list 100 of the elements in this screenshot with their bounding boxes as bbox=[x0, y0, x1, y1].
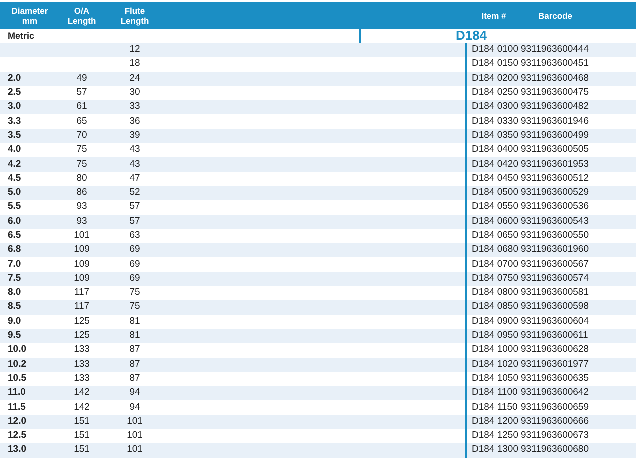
table-cell: 2.0 bbox=[8, 72, 22, 86]
table-cell: 94 bbox=[130, 386, 140, 400]
table-cell: 9311963600604 bbox=[521, 314, 589, 329]
table-cell: 69 bbox=[130, 258, 140, 272]
table-cell: 9311963600550 bbox=[521, 229, 589, 243]
table-cell: D184 1000 bbox=[472, 343, 518, 358]
table-cell: D184 0400 bbox=[472, 143, 518, 158]
table-cell: 151 bbox=[74, 429, 90, 444]
table-cell: D184 1050 bbox=[472, 372, 518, 386]
table-cell: 9311963600451 bbox=[521, 57, 589, 72]
table-cell: D184 0680 bbox=[472, 243, 518, 258]
table-cell: 9311963601960 bbox=[521, 243, 589, 258]
table-cell: 4.5 bbox=[8, 172, 22, 186]
table-cell: 69 bbox=[130, 272, 140, 286]
table-cell: 9311963600512 bbox=[521, 172, 589, 186]
table-cell: 43 bbox=[130, 158, 140, 172]
column-header: O/A Length bbox=[68, 6, 96, 26]
table-cell: D184 0200 bbox=[472, 72, 518, 86]
table-cell: D184 0600 bbox=[472, 214, 518, 229]
table-cell: D184 1200 bbox=[472, 414, 518, 429]
table-cell: 4.0 bbox=[8, 143, 22, 158]
table-cell: 11.0 bbox=[8, 386, 26, 400]
column-header: Barcode bbox=[538, 10, 572, 20]
table-cell: 9311963600499 bbox=[521, 128, 589, 143]
table-cell: 9311963600505 bbox=[521, 143, 589, 158]
table-cell: 75 bbox=[130, 300, 140, 314]
table-cell: 30 bbox=[130, 86, 140, 100]
table-cell: 75 bbox=[76, 158, 88, 172]
table-cell: 117 bbox=[74, 300, 90, 314]
table-cell: 43 bbox=[130, 143, 140, 158]
table-cell: 12.5 bbox=[8, 429, 26, 444]
table-cell: 57 bbox=[130, 200, 140, 214]
table-cell: 75 bbox=[76, 143, 88, 158]
table-cell: D184 0300 bbox=[472, 100, 518, 114]
column-header: Diameter mm bbox=[12, 6, 48, 26]
table-cell: 81 bbox=[130, 314, 140, 329]
table-cell: 125 bbox=[74, 314, 90, 329]
table-cell: 94 bbox=[130, 400, 140, 415]
table-cell: D184 0900 bbox=[472, 314, 518, 329]
table-cell: 9311963601977 bbox=[521, 358, 589, 372]
column-header: Item # bbox=[482, 10, 506, 20]
table-cell: 61 bbox=[76, 100, 88, 114]
table-cell: 9311963600574 bbox=[521, 272, 589, 286]
table-cell: D184 0250 bbox=[472, 86, 518, 100]
table-cell: 10.5 bbox=[8, 372, 26, 386]
table-cell: 57 bbox=[130, 214, 140, 229]
table-cell: 93 bbox=[76, 200, 88, 214]
table-cell: 9311963600581 bbox=[521, 286, 589, 300]
table-cell: 81 bbox=[130, 329, 140, 344]
table-cell: 70 bbox=[76, 128, 88, 143]
table-cell: 9311963600475 bbox=[521, 86, 589, 100]
table-cell: D184 0500 bbox=[472, 186, 518, 200]
table-cell: 39 bbox=[130, 128, 140, 143]
table-cell: 109 bbox=[74, 243, 90, 258]
table-cell: D184 0550 bbox=[472, 200, 518, 214]
column-header: Flute Length bbox=[120, 6, 150, 26]
table-cell: 87 bbox=[130, 358, 140, 372]
table-cell: 86 bbox=[76, 186, 88, 200]
table-cell: 9311963600468 bbox=[521, 72, 589, 86]
table-cell: 49 bbox=[76, 72, 88, 86]
table-cell: D184 1250 bbox=[472, 429, 518, 444]
table-cell: 125 bbox=[74, 329, 90, 344]
table-cell: 4.2 bbox=[8, 158, 22, 172]
table-cell: 101 bbox=[127, 414, 143, 429]
table-cell: 9311963600673 bbox=[521, 429, 589, 444]
table-cell: 18 bbox=[130, 57, 140, 72]
table-cell: 75 bbox=[130, 286, 140, 300]
table-cell: D184 0850 bbox=[472, 300, 518, 314]
product-code: D184 bbox=[456, 29, 488, 43]
table-cell: 10.0 bbox=[8, 343, 26, 358]
table-cell: 9.0 bbox=[8, 314, 22, 329]
table-cell: 8.5 bbox=[8, 300, 22, 314]
table-cell: 2.5 bbox=[8, 86, 22, 100]
table-cell: D184 0800 bbox=[472, 286, 518, 300]
table-cell: 3.0 bbox=[8, 100, 22, 114]
table-cell: 13.0 bbox=[8, 443, 26, 458]
table-cell: D184 0350 bbox=[472, 128, 518, 143]
table-cell: 101 bbox=[74, 229, 90, 243]
table-cell: D184 0650 bbox=[472, 229, 518, 243]
table-cell: 109 bbox=[74, 272, 90, 286]
table-cell: D184 0950 bbox=[472, 329, 518, 344]
table-cell: 7.5 bbox=[8, 272, 22, 286]
table-cell: 24 bbox=[130, 72, 140, 86]
table-cell: 133 bbox=[74, 358, 90, 372]
table-cell: 9.5 bbox=[8, 329, 22, 344]
table-cell: 69 bbox=[130, 243, 140, 258]
table-cell: 36 bbox=[130, 114, 140, 129]
table-cell: 9311963600611 bbox=[521, 329, 588, 344]
table-cell: 151 bbox=[74, 443, 90, 458]
table-cell: 33 bbox=[130, 100, 140, 114]
table-cell: 6.0 bbox=[8, 214, 22, 229]
table-cell: 9311963600659 bbox=[521, 400, 589, 415]
table-cell: 47 bbox=[130, 172, 140, 186]
table-cell: 9311963600666 bbox=[521, 414, 589, 429]
table-cell: 9311963600543 bbox=[521, 214, 589, 229]
table-cell: 80 bbox=[76, 172, 88, 186]
table-cell: 9311963600680 bbox=[521, 443, 589, 458]
table-cell: 142 bbox=[74, 400, 90, 415]
table-cell: 6.5 bbox=[8, 229, 22, 243]
table-cell: 151 bbox=[74, 414, 90, 429]
